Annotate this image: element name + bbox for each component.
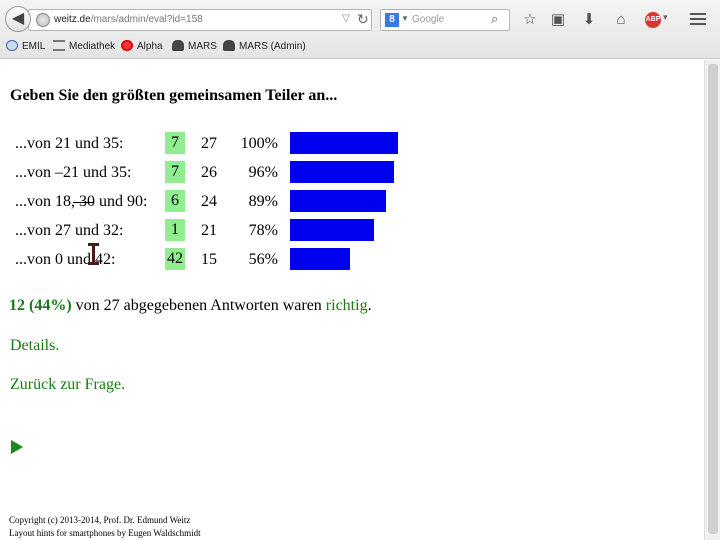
answer-label: ...von 0 und 42: <box>15 251 116 268</box>
answer-count: 15 <box>201 251 217 268</box>
answer-label: ...von 27 und 32: <box>15 222 124 239</box>
back-arrow-icon: ◀ <box>11 10 25 27</box>
correct-answer: 6 <box>165 190 185 212</box>
bookmark-mars-admin[interactable]: MARS (Admin) <box>223 40 306 52</box>
browser-toolbar: weitz.de/mars/admin/eval?id=158 ▽ ↻ ◀ 8 … <box>0 0 720 59</box>
details-link[interactable]: Details. <box>10 337 59 355</box>
list-icon <box>53 40 65 51</box>
correct-word: richtig <box>325 297 368 314</box>
gear-icon <box>121 40 133 51</box>
bookmark-mediathek[interactable]: Mediathek <box>53 40 115 52</box>
answer-percent: 56% <box>248 251 278 268</box>
answer-percent: 96% <box>248 164 278 181</box>
layout-credit-text: Layout hints for smartphones by Eugen Wa… <box>9 528 201 538</box>
struck-text: 30 <box>79 193 95 210</box>
search-input[interactable]: Google <box>412 14 444 25</box>
url-bar[interactable]: weitz.de/mars/admin/eval?id=158 ▽ ↻ <box>28 9 372 31</box>
scrollbar-thumb[interactable] <box>708 64 718 534</box>
correct-answer: 7 <box>165 132 185 154</box>
question-heading: Geben Sie den größten gemeinsamen Teiler… <box>10 87 338 104</box>
magnifier-icon[interactable]: ⌕ <box>491 11 498 27</box>
answer-label: ...von 21 und 35: <box>15 135 124 152</box>
answer-count: 21 <box>201 222 217 239</box>
percent-bar-svg <box>290 132 398 154</box>
download-icon[interactable]: ⬇ <box>580 11 598 29</box>
percent-bar <box>290 219 374 241</box>
struck-text: – <box>55 164 63 181</box>
page-content: Geben Sie den größten gemeinsamen Teiler… <box>0 60 704 540</box>
answer-count: 27 <box>201 135 217 152</box>
bookmarks-toolbar: EMIL Mediathek Alpha MARS MARS (Admin) <box>0 38 720 56</box>
bookmark-star-icon[interactable]: ☆ <box>521 11 539 29</box>
answer-row: ...von 21 und 35: 7 27 100% <box>0 130 420 156</box>
site-identity-icon[interactable] <box>36 13 50 27</box>
engine-dropdown-icon[interactable]: ▼ <box>401 14 409 23</box>
hamburger-menu-icon[interactable] <box>690 13 706 25</box>
correct-count: 12 (44%) <box>9 297 72 314</box>
answer-percent: 78% <box>248 222 278 239</box>
percent-bar <box>290 248 350 270</box>
bookmark-emil[interactable]: EMIL <box>6 40 45 52</box>
percent-bar-svg <box>290 248 350 270</box>
answer-percent: 89% <box>248 193 278 210</box>
copyright-text: Copyright (c) 2013-2014, Prof. Dr. Edmun… <box>9 515 191 525</box>
answer-percent: 100% <box>240 135 278 152</box>
bookmark-mars[interactable]: MARS <box>172 40 217 52</box>
bookmark-alpha[interactable]: Alpha <box>121 40 163 52</box>
percent-bar-svg <box>290 219 374 241</box>
percent-bar <box>290 190 386 212</box>
answer-label: ...von –21 und 35: <box>15 164 132 181</box>
correct-answer: 1 <box>165 219 185 241</box>
percent-bar-svg <box>290 161 394 183</box>
reading-list-icon[interactable]: ▣ <box>549 11 567 29</box>
answer-row: ...von 18, 30 und 90: 6 24 89% <box>0 188 420 214</box>
answer-label: ...von 18, 30 und 90: <box>15 193 148 210</box>
vertical-scrollbar[interactable] <box>704 60 720 540</box>
mars-icon <box>223 40 235 51</box>
answer-count: 24 <box>201 193 217 210</box>
answer-row: ...von –21 und 35: 7 26 96% <box>0 159 420 185</box>
url-text[interactable]: weitz.de/mars/admin/eval?id=158 <box>54 14 203 25</box>
reload-icon[interactable]: ↻ <box>357 11 369 28</box>
back-to-question-link[interactable]: Zurück zur Frage. <box>10 376 125 394</box>
adblock-icon[interactable]: ABP <box>645 12 661 28</box>
globe-icon <box>6 40 18 51</box>
correct-answer: 7 <box>165 161 185 183</box>
result-summary: 12 (44%) von 27 abgegebenen Antworten wa… <box>9 297 372 314</box>
mars-icon <box>172 40 184 51</box>
history-dropdown-icon[interactable]: ▽ <box>342 13 350 24</box>
percent-bar <box>290 161 394 183</box>
play-icon[interactable] <box>11 440 23 454</box>
url-host: weitz.de <box>54 14 91 25</box>
correct-answer: 42 <box>165 248 185 270</box>
text-cursor-icon <box>88 243 99 265</box>
answer-row: ...von 0 und 42: 42 15 56% <box>0 246 420 272</box>
percent-bar-svg <box>290 190 386 212</box>
url-path: /mars/admin/eval?id=158 <box>90 14 203 25</box>
back-button[interactable]: ◀ <box>5 6 31 32</box>
answer-count: 26 <box>201 164 217 181</box>
percent-bar <box>290 132 398 154</box>
navigation-bar: weitz.de/mars/admin/eval?id=158 ▽ ↻ ◀ 8 … <box>0 4 720 34</box>
answer-row: ...von 27 und 32: 1 21 78% <box>0 217 420 243</box>
adblock-dropdown-icon[interactable]: ▾ <box>663 12 668 23</box>
home-icon[interactable]: ⌂ <box>612 11 630 29</box>
search-engine-icon[interactable]: 8 <box>385 13 399 27</box>
search-bar[interactable]: 8 ▼ Google ⌕ <box>380 9 510 31</box>
